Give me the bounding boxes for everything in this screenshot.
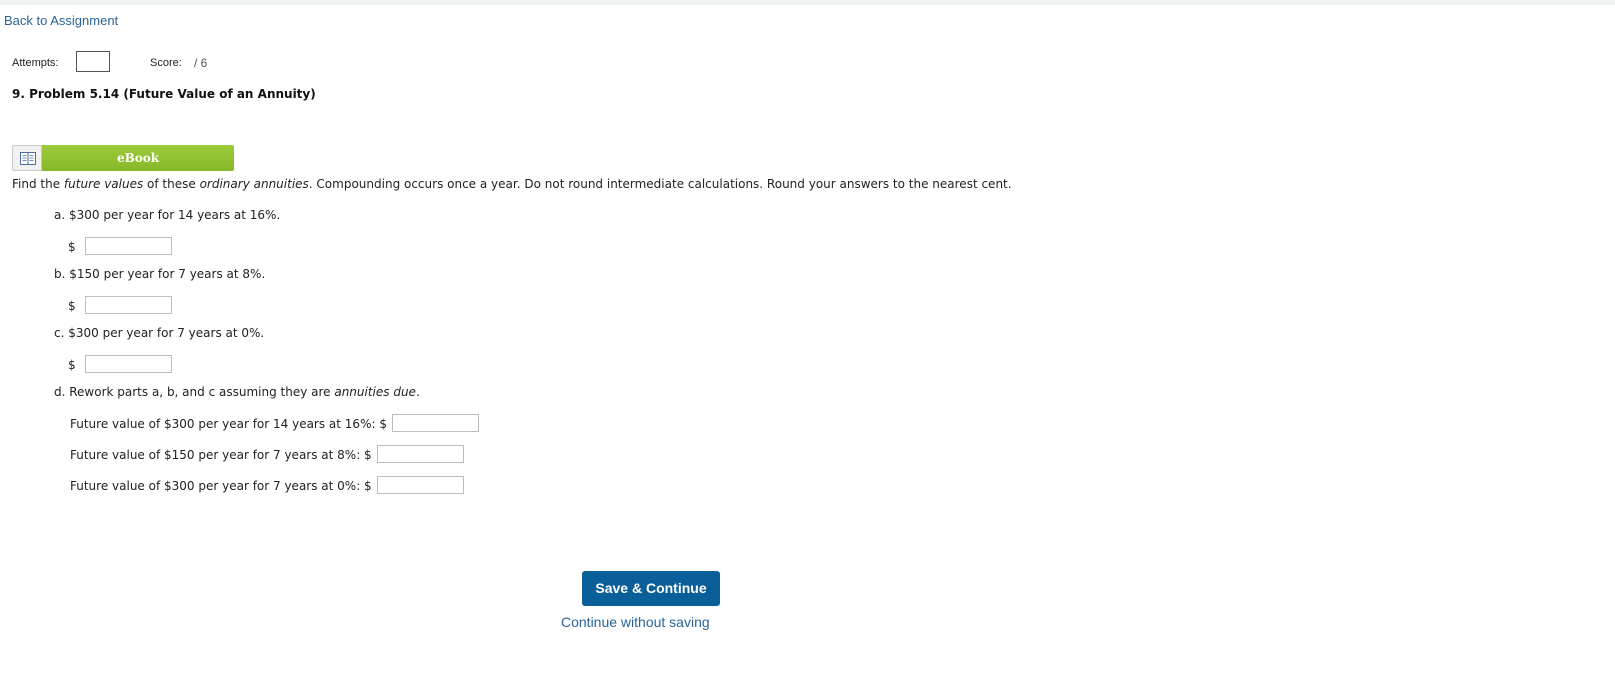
score-value: / 6 [194, 56, 208, 70]
question-b-text: b. $150 per year for 7 years at 8%. [54, 267, 266, 281]
question-d-prefix: d. Rework parts a, b, and c assuming the… [54, 385, 335, 399]
answer-input-c[interactable] [85, 355, 172, 373]
rework-input-a[interactable] [392, 414, 479, 432]
question-d-suffix: . [415, 385, 420, 399]
ebook-icon-box[interactable] [12, 145, 42, 171]
currency-symbol-c: $ [68, 358, 76, 372]
rework-input-b[interactable] [377, 445, 464, 463]
problem-instructions: Find the future values of these ordinary… [12, 177, 1012, 191]
question-d-text: d. Rework parts a, b, and c assuming the… [54, 385, 420, 399]
instructions-emphasis-future-values: future values [63, 177, 144, 191]
rework-label-b: Future value of $150 per year for 7 year… [70, 448, 372, 462]
rework-label-c: Future value of $300 per year for 7 year… [70, 479, 372, 493]
top-bar [0, 0, 1615, 5]
instructions-text-2: of these [143, 177, 200, 191]
back-to-assignment-link[interactable]: Back to Assignment [4, 13, 118, 28]
attempts-label: Attempts: [12, 57, 59, 69]
currency-symbol-a: $ [68, 240, 76, 254]
ebook-button[interactable]: eBook [42, 145, 234, 171]
instructions-text-1: Find the [12, 177, 64, 191]
question-d-emphasis: annuities due [334, 385, 416, 399]
save-and-continue-button[interactable]: Save & Continue [582, 571, 720, 606]
answer-input-a[interactable] [85, 237, 172, 255]
question-c-text: c. $300 per year for 7 years at 0%. [54, 326, 265, 340]
answer-input-b[interactable] [85, 296, 172, 314]
attempts-box [76, 51, 110, 72]
problem-title: 9. Problem 5.14 (Future Value of an Annu… [12, 87, 316, 101]
question-a-text: a. $300 per year for 14 years at 16%. [54, 208, 281, 222]
book-icon [20, 152, 36, 165]
currency-symbol-b: $ [68, 299, 76, 313]
rework-label-a: Future value of $300 per year for 14 yea… [70, 417, 387, 431]
ebook-control[interactable]: eBook [12, 145, 234, 171]
score-label: Score: [150, 57, 182, 69]
instructions-text-3: . Compounding occurs once a year. Do not… [308, 177, 1012, 191]
continue-without-saving-link[interactable]: Continue without saving [561, 614, 710, 630]
instructions-emphasis-ordinary-annuities: ordinary annuities [199, 177, 309, 191]
rework-input-c[interactable] [377, 476, 464, 494]
